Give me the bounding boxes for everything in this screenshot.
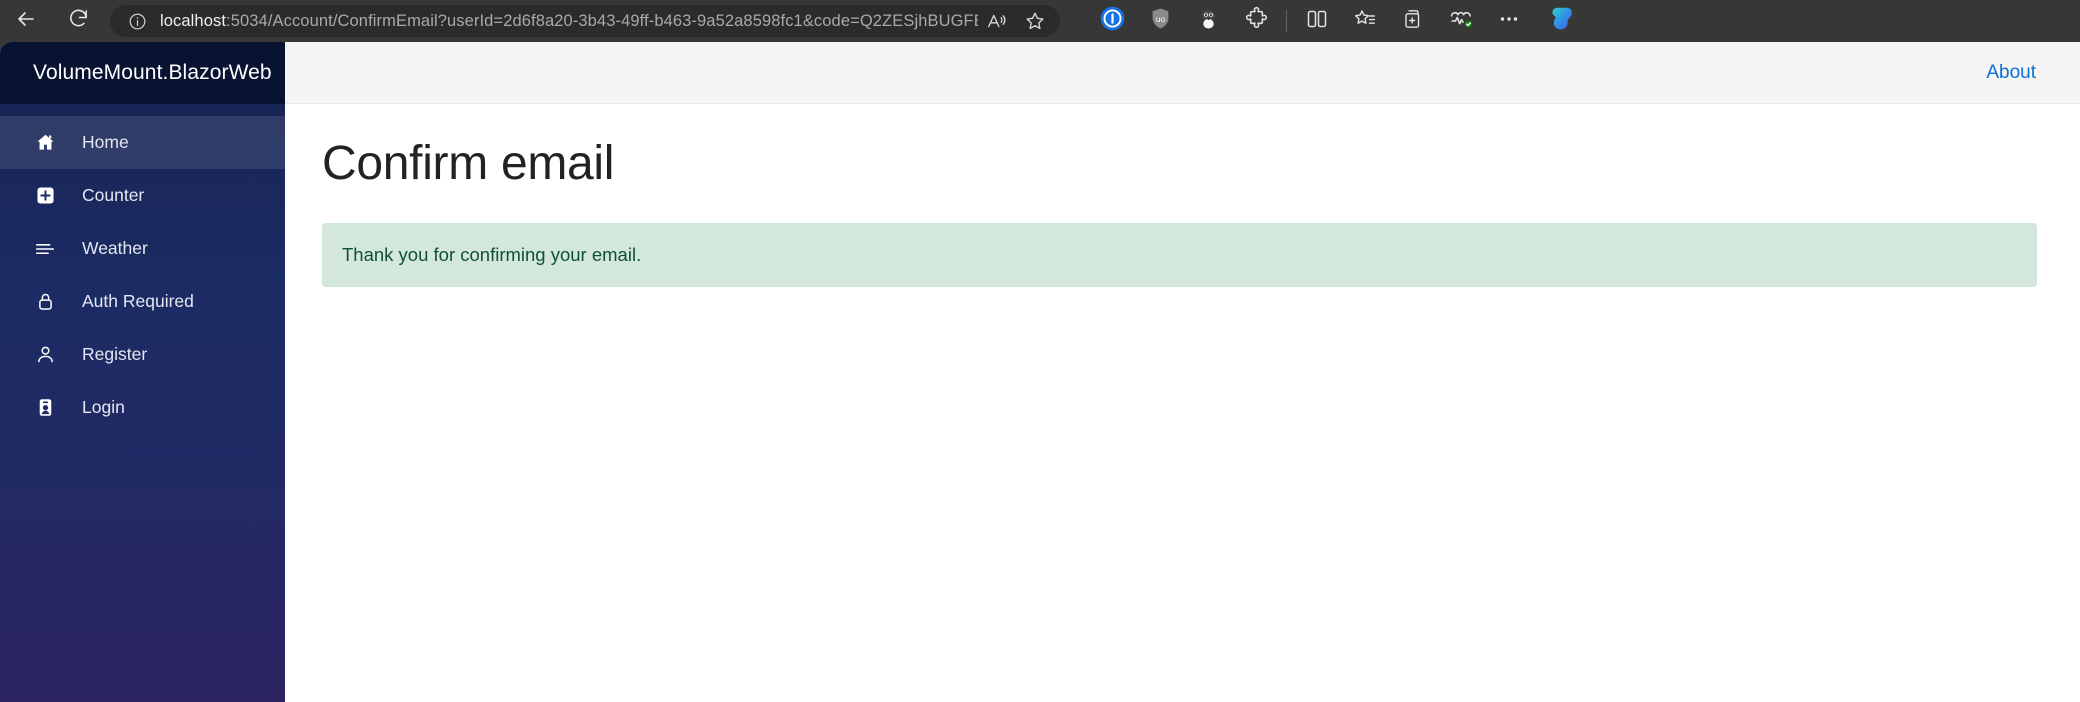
about-link[interactable]: About bbox=[1986, 62, 2036, 84]
page-title: Confirm email bbox=[322, 137, 615, 190]
ublock-origin-extension-icon: uo bbox=[1148, 6, 1173, 36]
favorites-button[interactable] bbox=[1341, 0, 1389, 42]
brand-header[interactable]: VolumeMount.BlazorWeb bbox=[0, 42, 285, 104]
read-aloud-icon[interactable] bbox=[978, 5, 1016, 37]
browser-essentials-button[interactable] bbox=[1437, 0, 1485, 42]
brand-title: VolumeMount.BlazorWeb bbox=[33, 61, 272, 84]
main-content: Confirm email Thank you for confirming y… bbox=[285, 104, 2080, 287]
copilot-button[interactable] bbox=[1533, 0, 1591, 42]
alert-message: Thank you for confirming your email. bbox=[342, 244, 642, 265]
extensions-puzzle-icon bbox=[1244, 6, 1269, 36]
raccoon-extension-icon bbox=[1196, 6, 1221, 36]
sidebar-item-login[interactable]: Login bbox=[0, 381, 285, 434]
onepassword-extension-icon bbox=[1099, 5, 1126, 37]
home-icon bbox=[34, 132, 56, 154]
browser-essentials-icon bbox=[1449, 6, 1474, 36]
lock-icon bbox=[34, 291, 56, 313]
top-row: About bbox=[285, 42, 2080, 104]
sidebar-item-label: Weather bbox=[82, 238, 148, 258]
sidebar-item-label: Register bbox=[82, 344, 148, 364]
site-info-icon[interactable] bbox=[124, 8, 150, 34]
extensions-puzzle-button[interactable] bbox=[1232, 0, 1280, 42]
sidebar: VolumeMount.BlazorWeb Home Counter Weath… bbox=[0, 42, 285, 702]
reload-icon bbox=[67, 7, 90, 35]
sidebar-item-register[interactable]: Register bbox=[0, 328, 285, 381]
split-screen-button[interactable] bbox=[1293, 0, 1341, 42]
back-button[interactable] bbox=[0, 0, 52, 42]
settings-more-button[interactable] bbox=[1485, 0, 1533, 42]
extensions-area: uo bbox=[1088, 0, 1280, 42]
collections-button[interactable] bbox=[1389, 0, 1437, 42]
back-arrow-icon bbox=[14, 7, 38, 36]
id-badge-icon bbox=[34, 397, 56, 419]
success-alert: Thank you for confirming your email. bbox=[322, 223, 2037, 287]
sidebar-item-label: Auth Required bbox=[82, 291, 194, 311]
raccoon-extension-button[interactable] bbox=[1184, 0, 1232, 42]
settings-more-icon bbox=[1497, 7, 1521, 36]
browser-tools-area bbox=[1293, 0, 1591, 42]
onepassword-extension-button[interactable] bbox=[1088, 0, 1136, 42]
copilot-icon bbox=[1545, 2, 1579, 41]
content-area: About Confirm email Thank you for confir… bbox=[285, 42, 2080, 702]
web-page: VolumeMount.BlazorWeb Home Counter Weath… bbox=[0, 42, 2080, 702]
sidebar-item-label: Home bbox=[82, 132, 129, 152]
star-favorite-icon[interactable] bbox=[1016, 5, 1054, 37]
split-screen-icon bbox=[1305, 7, 1329, 36]
url-host: localhost bbox=[160, 11, 227, 30]
collections-icon bbox=[1401, 7, 1425, 36]
browser-toolbar: localhost:5034/Account/ConfirmEmail?user… bbox=[0, 0, 2080, 42]
svg-text:uo: uo bbox=[1155, 14, 1165, 24]
sidebar-item-label: Login bbox=[82, 397, 125, 417]
toolbar-divider bbox=[1286, 10, 1287, 32]
reload-button[interactable] bbox=[52, 0, 104, 42]
ublock-origin-extension-button[interactable]: uo bbox=[1136, 0, 1184, 42]
sidebar-item-auth-required[interactable]: Auth Required bbox=[0, 275, 285, 328]
address-bar[interactable]: localhost:5034/Account/ConfirmEmail?user… bbox=[110, 5, 1060, 37]
person-icon bbox=[34, 344, 56, 366]
plus-square-icon bbox=[34, 185, 56, 207]
sidebar-item-weather[interactable]: Weather bbox=[0, 222, 285, 275]
favorites-icon bbox=[1353, 7, 1377, 36]
url-path: :5034/Account/ConfirmEmail?userId=2d6f8a… bbox=[226, 11, 978, 30]
sidebar-item-counter[interactable]: Counter bbox=[0, 169, 285, 222]
sidebar-item-label: Counter bbox=[82, 185, 145, 205]
sidebar-nav: Home Counter Weather Auth Required Regis… bbox=[0, 104, 285, 434]
weather-list-icon bbox=[34, 238, 56, 260]
url-text[interactable]: localhost:5034/Account/ConfirmEmail?user… bbox=[150, 12, 978, 31]
sidebar-item-home[interactable]: Home bbox=[0, 116, 285, 169]
